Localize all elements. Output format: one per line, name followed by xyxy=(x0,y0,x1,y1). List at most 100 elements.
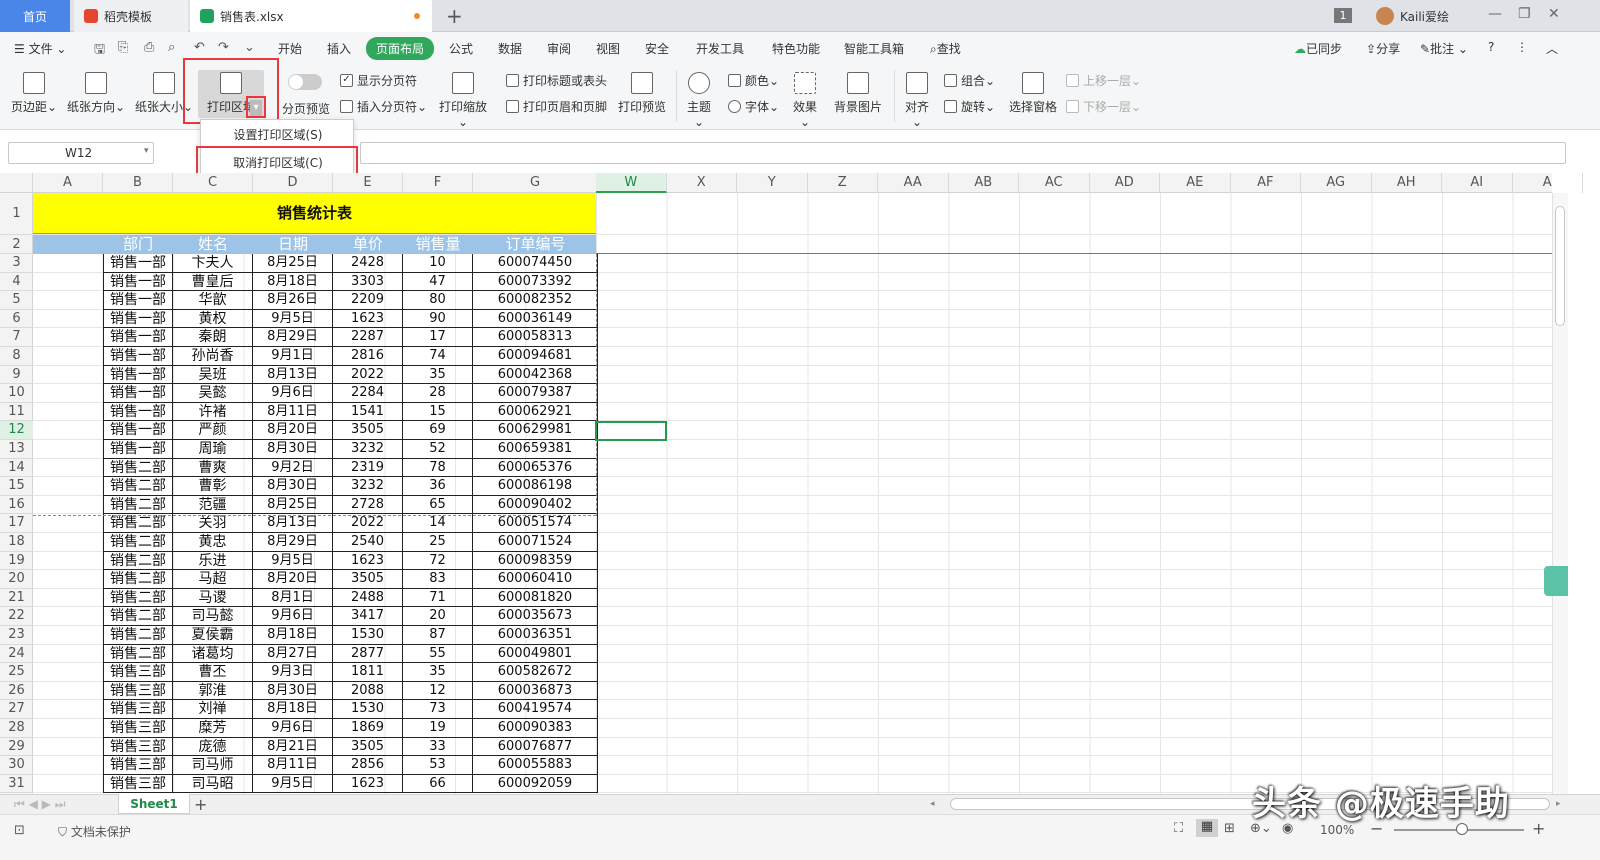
table-cell[interactable]: 关羽 xyxy=(173,514,253,533)
table-cell[interactable]: 600062921 xyxy=(473,402,598,422)
table-cell[interactable]: 600055883 xyxy=(473,756,598,775)
table-cell[interactable]: 华歆 xyxy=(173,291,253,310)
scroll-left-icon[interactable]: ◂ xyxy=(930,799,935,809)
table-cell[interactable]: 9月1日 xyxy=(253,347,333,366)
row-header-6[interactable]: 6 xyxy=(0,310,33,329)
table-cell[interactable]: 600629981 xyxy=(473,421,598,440)
table-cell[interactable]: 600036873 xyxy=(473,681,598,701)
table-cell[interactable]: 1541 xyxy=(333,402,403,422)
more-icon[interactable]: ⋮ xyxy=(1516,40,1528,54)
menu-developer[interactable]: 开发工具 xyxy=(696,40,744,57)
table-cell[interactable]: 600081820 xyxy=(473,588,598,608)
column-header-z[interactable]: Z xyxy=(808,173,878,193)
table-cell[interactable]: 80 xyxy=(403,291,473,310)
table-cell[interactable]: 600035673 xyxy=(473,607,598,626)
table-cell[interactable]: 73 xyxy=(403,700,473,719)
close-icon[interactable]: ✕ xyxy=(1548,6,1560,22)
table-cell[interactable]: 夏侯霸 xyxy=(173,626,253,645)
column-header-a[interactable]: A xyxy=(1513,173,1583,193)
row-header-24[interactable]: 24 xyxy=(0,645,33,664)
table-cell[interactable]: 8月30日 xyxy=(253,477,333,496)
table-cell[interactable]: 销售一部 xyxy=(103,309,173,329)
effect-button[interactable]: 效果⌄ xyxy=(788,72,822,129)
column-header-b[interactable]: B xyxy=(103,173,173,193)
user-name[interactable]: Kaili爱绘 xyxy=(1400,8,1449,25)
table-cell[interactable]: 秦朗 xyxy=(173,328,253,347)
table-cell[interactable]: 2856 xyxy=(333,756,403,775)
menu-security[interactable]: 安全 xyxy=(645,40,669,57)
row-header-11[interactable]: 11 xyxy=(0,403,33,422)
table-cell[interactable]: 3417 xyxy=(333,607,403,626)
table-cell[interactable]: 8月25日 xyxy=(253,495,333,515)
scroll-right-icon[interactable]: ▸ xyxy=(1556,799,1561,809)
table-cell[interactable]: 35 xyxy=(403,365,473,385)
print-preview-icon[interactable]: ⌕ xyxy=(168,40,175,55)
table-cell[interactable]: 销售二部 xyxy=(103,458,173,478)
table-cell[interactable]: 乐进 xyxy=(173,551,253,571)
tab-file[interactable]: 销售表.xlsx xyxy=(190,0,432,32)
table-cell[interactable]: 8月29日 xyxy=(253,533,333,552)
zoom-level[interactable]: 100% xyxy=(1320,823,1354,837)
table-cell[interactable]: 卞夫人 xyxy=(173,254,253,273)
table-cell[interactable]: 销售一部 xyxy=(103,347,173,366)
table-cell[interactable]: 销售二部 xyxy=(103,477,173,496)
table-cell[interactable]: 600071524 xyxy=(473,533,598,552)
table-header-cell[interactable]: 销售量 xyxy=(403,235,473,254)
table-cell[interactable]: 销售一部 xyxy=(103,402,173,422)
table-cell[interactable]: 曹丕 xyxy=(173,663,253,682)
table-cell[interactable]: 600090402 xyxy=(473,495,598,515)
table-cell[interactable]: 1811 xyxy=(333,663,403,682)
table-header-cell[interactable]: 订单编号 xyxy=(473,235,598,254)
theme-button[interactable]: 主题⌄ xyxy=(682,72,716,129)
table-cell[interactable]: 黄忠 xyxy=(173,533,253,552)
vertical-scroll-thumb[interactable] xyxy=(1555,206,1565,326)
table-cell[interactable]: 8月18日 xyxy=(253,626,333,645)
header-footer-button[interactable]: 打印页眉和页脚 xyxy=(506,98,607,115)
insert-break-button[interactable]: 插入分页符 ⌄ xyxy=(340,98,427,115)
table-cell[interactable]: 2728 xyxy=(333,495,403,515)
table-cell[interactable]: 诸葛均 xyxy=(173,644,253,664)
table-cell[interactable]: 600092059 xyxy=(473,774,598,794)
table-cell[interactable]: 许褚 xyxy=(173,402,253,422)
table-cell[interactable]: 8月20日 xyxy=(253,570,333,589)
table-cell[interactable]: 司马昭 xyxy=(173,774,253,794)
table-cell[interactable]: 600090383 xyxy=(473,719,598,738)
table-cell[interactable]: 600094681 xyxy=(473,347,598,366)
menu-insert[interactable]: 插入 xyxy=(327,40,351,57)
print-preview-button[interactable]: 打印预览 xyxy=(616,72,668,115)
table-cell[interactable]: 3232 xyxy=(333,477,403,496)
font-button[interactable]: 字体 ⌄ xyxy=(728,98,779,115)
protect-status[interactable]: ⛉ 文档未保护 xyxy=(58,823,131,840)
select-all-corner[interactable] xyxy=(0,173,33,193)
table-cell[interactable]: 71 xyxy=(403,588,473,608)
table-cell[interactable]: 35 xyxy=(403,663,473,682)
save-icon[interactable]: 🖫 xyxy=(94,40,105,62)
table-cell[interactable]: 600058313 xyxy=(473,328,598,347)
table-cell[interactable]: 36 xyxy=(403,477,473,496)
print-scale-button[interactable]: 打印缩放⌄ xyxy=(434,72,492,129)
table-cell[interactable]: 销售三部 xyxy=(103,719,173,738)
rotate-button[interactable]: 旋转 ⌄ xyxy=(944,98,995,115)
table-cell[interactable]: 8月21日 xyxy=(253,737,333,757)
table-cell[interactable]: 8月1日 xyxy=(253,588,333,608)
margin-button[interactable]: 页边距⌄ xyxy=(8,72,60,115)
row-header-16[interactable]: 16 xyxy=(0,496,33,515)
table-cell[interactable]: 销售一部 xyxy=(103,272,173,292)
table-cell[interactable]: 刘禅 xyxy=(173,700,253,719)
table-cell[interactable]: 销售三部 xyxy=(103,756,173,775)
table-cell[interactable]: 600074450 xyxy=(473,254,598,273)
table-cell[interactable]: 2877 xyxy=(333,644,403,664)
table-cell[interactable]: 销售一部 xyxy=(103,421,173,440)
table-cell[interactable]: 糜芳 xyxy=(173,719,253,738)
table-cell[interactable]: 2540 xyxy=(333,533,403,552)
table-cell[interactable]: 8月29日 xyxy=(253,328,333,347)
group-button[interactable]: 组合 ⌄ xyxy=(944,72,995,89)
row-header-4[interactable]: 4 xyxy=(0,273,33,292)
table-cell[interactable]: 周瑜 xyxy=(173,440,253,459)
row-header-26[interactable]: 26 xyxy=(0,682,33,701)
table-cell[interactable]: 2816 xyxy=(333,347,403,366)
table-cell[interactable]: 9月2日 xyxy=(253,458,333,478)
table-cell[interactable]: 9月5日 xyxy=(253,551,333,571)
table-cell[interactable]: 8月20日 xyxy=(253,421,333,440)
table-cell[interactable]: 83 xyxy=(403,570,473,589)
